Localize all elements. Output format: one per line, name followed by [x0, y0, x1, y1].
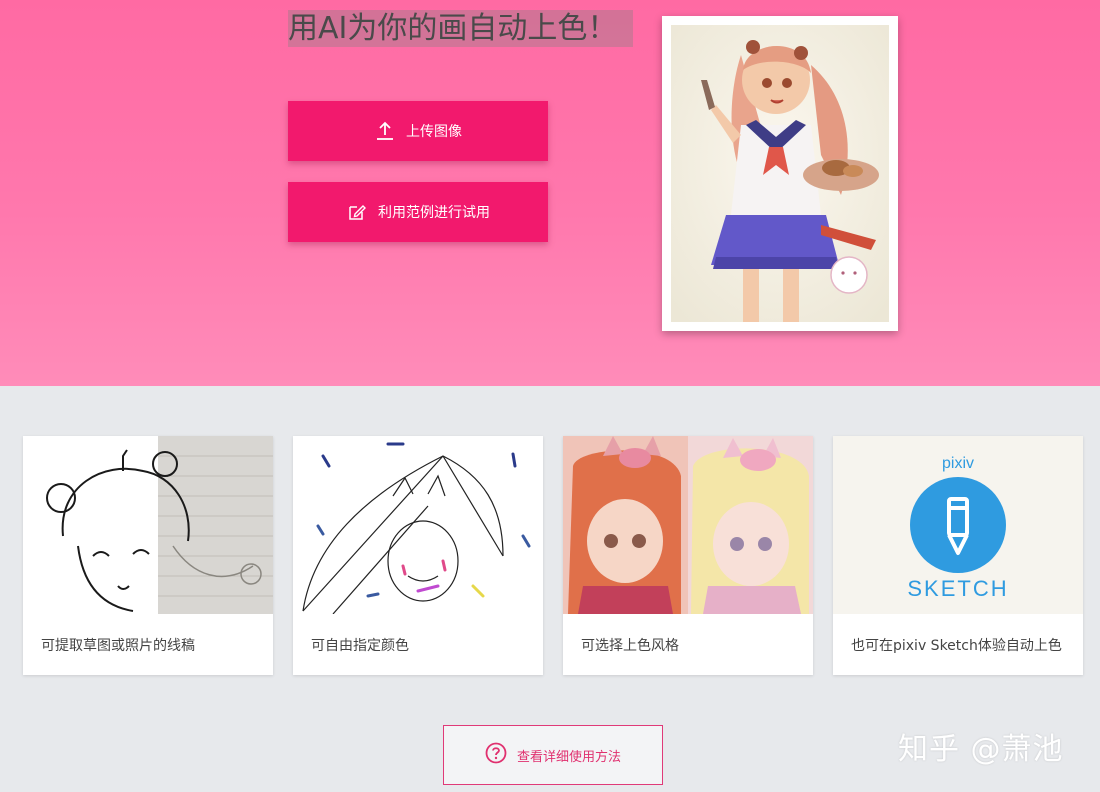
- svg-text:pixiv: pixiv: [942, 455, 974, 472]
- try-sample-button[interactable]: 利用范例进行试用: [288, 182, 548, 242]
- svg-text:SKETCH: SKETCH: [907, 576, 1008, 601]
- upload-image-label: 上传图像: [406, 124, 462, 140]
- style-select-caption: 可选择上色风格: [581, 638, 679, 654]
- feature-card-style-select[interactable]: 可选择上色风格: [563, 436, 813, 675]
- color-hints-image: [293, 436, 543, 614]
- pixiv-sketch-caption: 也可在pixiv Sketch体验自动上色: [851, 638, 1062, 654]
- feature-card-color-hints[interactable]: 可自由指定颜色: [293, 436, 543, 675]
- feature-card-line-extraction[interactable]: 可提取草图或照片的线稿: [23, 436, 273, 675]
- watermark: 知乎 @萧池: [898, 732, 1064, 767]
- hero-title: 用AI为你的画自动上色！: [288, 10, 634, 47]
- how-to-use-button[interactable]: 查看详细使用方法: [443, 725, 663, 785]
- sample-artwork-frame: [662, 16, 898, 331]
- sample-artwork-image: [671, 25, 889, 322]
- color-hints-caption: 可自由指定颜色: [311, 638, 409, 654]
- upload-image-button[interactable]: 上传图像: [288, 101, 548, 161]
- how-to-use-label: 查看详细使用方法: [516, 749, 621, 765]
- hero-section: 用AI为你的画自动上色！ 上传图像 利用范例进行试用: [0, 0, 1100, 386]
- upload-icon: [374, 120, 396, 142]
- line-extraction-caption: 可提取草图或照片的线稿: [41, 638, 195, 654]
- help-icon: [485, 742, 507, 768]
- edit-icon: [346, 201, 368, 223]
- try-sample-label: 利用范例进行试用: [378, 205, 490, 221]
- feature-card-pixiv-sketch[interactable]: pixiv SKETCH 也可在pixiv Sketch体验自动上色: [833, 436, 1083, 675]
- pixiv-sketch-logo: pixiv SKETCH: [833, 436, 1083, 614]
- style-select-image: [563, 436, 813, 614]
- line-extraction-image: [23, 436, 273, 614]
